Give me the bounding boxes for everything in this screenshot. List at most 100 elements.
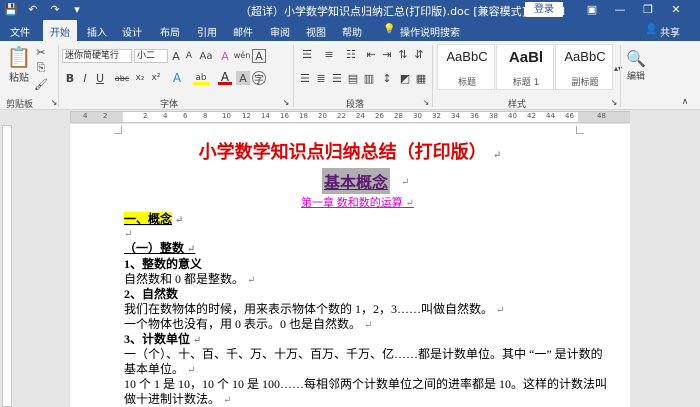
style-subtitle[interactable]: AaBbC 副标题 — [555, 44, 613, 90]
style-heading-1[interactable]: AaBl 标题 1 — [496, 44, 554, 90]
phonetic-guide-icon[interactable]: wén — [234, 47, 251, 63]
increase-indent-icon[interactable]: ⇥ — [380, 47, 394, 61]
paragraph-mark: ↵ — [175, 215, 184, 226]
tab-file[interactable]: 文件 — [10, 24, 30, 39]
italic-icon[interactable]: I — [79, 71, 91, 85]
text-effects-icon[interactable]: A — [170, 71, 184, 85]
enclose-characters-icon[interactable]: 字 — [252, 71, 266, 86]
close-button[interactable]: ✕ — [662, 0, 690, 20]
copy-icon[interactable]: ⎘ — [34, 61, 48, 75]
font-size-select[interactable]: 小二 — [134, 49, 168, 63]
document-title-heading: 小学数学知识点归纳总结（打印版） ↵ — [50, 138, 650, 164]
margin-corner — [114, 126, 122, 134]
font-name-select[interactable]: 迷你简硬笔行 — [62, 49, 132, 63]
align-left-icon[interactable]: ☰ — [298, 71, 312, 85]
underline-icon[interactable]: U — [94, 71, 106, 85]
justify-icon[interactable]: ▤ — [346, 71, 360, 85]
tab-help[interactable]: 帮助 — [342, 24, 362, 39]
group-label-font: 字体 — [160, 100, 179, 110]
vertical-ruler[interactable] — [2, 125, 12, 407]
numbering-icon[interactable]: ≡ — [320, 47, 338, 61]
grow-font-icon[interactable]: A — [170, 49, 182, 63]
styles-launcher-icon[interactable]: ↘ — [610, 97, 618, 107]
clear-formatting-icon[interactable]: A — [218, 49, 232, 63]
undo-icon[interactable]: ↶ — [26, 2, 40, 16]
item-title: 1、整数的意义 — [124, 257, 203, 271]
line-spacing-icon[interactable]: ↕ — [380, 71, 394, 85]
login-button[interactable]: 登录 — [525, 2, 563, 17]
ruler-number: 2 — [143, 112, 148, 120]
tab-design[interactable]: 设计 — [122, 24, 142, 39]
ruler-number: 24 — [356, 112, 365, 120]
paragraph-launcher-icon[interactable]: ↘ — [422, 97, 430, 107]
borders-icon[interactable]: ▦ — [414, 71, 428, 85]
clipboard-launcher-icon[interactable]: ↘ — [50, 97, 58, 107]
section-heading: 一、概念 ↵ — [124, 210, 183, 227]
multilevel-list-icon[interactable]: ☷ — [342, 47, 360, 61]
ruler-number: 2 — [103, 112, 108, 120]
tab-references[interactable]: 引用 — [197, 24, 217, 39]
paragraph-mark: ↵ — [401, 177, 410, 188]
paragraph-mark: ↵ — [492, 150, 502, 161]
editing-button[interactable]: 编辑 — [622, 69, 650, 82]
minimize-button[interactable]: — — [606, 0, 634, 20]
style-name: 标题 1 — [512, 78, 540, 88]
save-icon[interactable]: 💾 — [4, 2, 18, 16]
collapse-ribbon-icon[interactable]: ∧ — [680, 97, 690, 107]
character-shading-icon[interactable]: A — [236, 71, 250, 85]
shading-icon[interactable]: ◩ — [398, 71, 412, 85]
paragraph-mark: ↵ — [247, 275, 256, 286]
strikethrough-icon[interactable]: abc — [113, 71, 131, 85]
group-label-styles: 样式 — [508, 100, 527, 110]
body-text: 一个物体也没有，用 0 表示。0 也是自然数。 — [124, 317, 362, 331]
highlight-icon[interactable]: ab — [193, 71, 209, 85]
tab-view[interactable]: 视图 — [306, 24, 326, 39]
align-right-icon[interactable]: ☰ — [330, 71, 344, 85]
sort-icon[interactable]: ⇵ — [412, 47, 426, 61]
tell-me-search[interactable]: 操作说明搜索 — [400, 24, 460, 39]
share-button[interactable]: 共享 — [660, 24, 680, 39]
document-page[interactable]: 小学数学知识点归纳总结（打印版） ↵ 基本概念 ↵ 第一章 数和数的运算 ↵ 一… — [70, 124, 630, 407]
vertical-scrollbar[interactable] — [686, 124, 700, 407]
restore-button[interactable]: ❐ — [634, 0, 662, 20]
superscript-icon[interactable]: x² — [149, 71, 163, 85]
subscript-icon[interactable]: x₂ — [133, 71, 147, 85]
font-color-icon[interactable]: A — [218, 70, 232, 85]
style-title[interactable]: AaBbC 标题 — [437, 44, 495, 90]
font-launcher-icon[interactable]: ↘ — [282, 97, 290, 107]
format-painter-icon[interactable]: 🖌 — [34, 77, 48, 91]
tab-review[interactable]: 审阅 — [270, 24, 290, 39]
tab-layout[interactable]: 布局 — [160, 24, 180, 39]
tab-home[interactable]: 开始 — [43, 20, 77, 41]
ruler-number: 34 — [451, 112, 460, 120]
shrink-font-icon[interactable]: A — [183, 49, 195, 63]
tab-insert[interactable]: 插入 — [87, 24, 107, 39]
tab-mailings[interactable]: 邮件 — [233, 24, 253, 39]
lightbulb-icon: 💡 — [383, 24, 396, 35]
bold-icon[interactable]: B — [64, 71, 76, 85]
paste-icon[interactable]: 📋 — [7, 45, 32, 69]
find-icon[interactable]: 🔍 — [626, 47, 646, 69]
change-case-icon[interactable]: Aa — [198, 49, 214, 63]
horizontal-ruler[interactable]: 4 2 2 4 6 8 10 12 14 16 18 20 22 24 26 2… — [70, 111, 630, 123]
distributed-icon[interactable]: ▥ — [362, 71, 376, 85]
body-text: 一（个）、十、百、千、万、十万、百万、千万、亿……都是计数单位。其中 “一” 是… — [124, 347, 603, 361]
body-text: 自然数和 0 都是整数。 — [124, 272, 245, 286]
redo-icon[interactable]: ↷ — [48, 2, 62, 16]
character-border-icon[interactable]: A — [252, 49, 266, 63]
share-icon[interactable]: 👤 — [645, 24, 657, 35]
margin-corner — [576, 126, 584, 134]
ruler-number: 8 — [203, 112, 208, 120]
customize-toolbar-icon[interactable]: ▾ — [70, 2, 84, 16]
cut-icon[interactable]: ✂ — [34, 45, 48, 59]
align-center-icon[interactable]: ≣ — [314, 71, 328, 85]
section-text: 一、概念 — [124, 212, 173, 226]
separator — [58, 45, 59, 107]
chinese-layout-icon[interactable]: ⇅ — [396, 47, 410, 61]
ribbon: 📋 粘贴 ✂ ⎘ 🖌 剪贴板 ↘ 迷你简硬笔行 小二 A A Aa A wén … — [0, 41, 700, 110]
paste-button[interactable]: 粘贴 — [7, 70, 31, 84]
ribbon-display-options-icon[interactable]: ▣ — [578, 0, 606, 20]
bullets-icon[interactable]: ☰ — [298, 47, 316, 61]
decrease-indent-icon[interactable]: ⇤ — [364, 47, 378, 61]
style-name: 副标题 — [571, 78, 599, 88]
